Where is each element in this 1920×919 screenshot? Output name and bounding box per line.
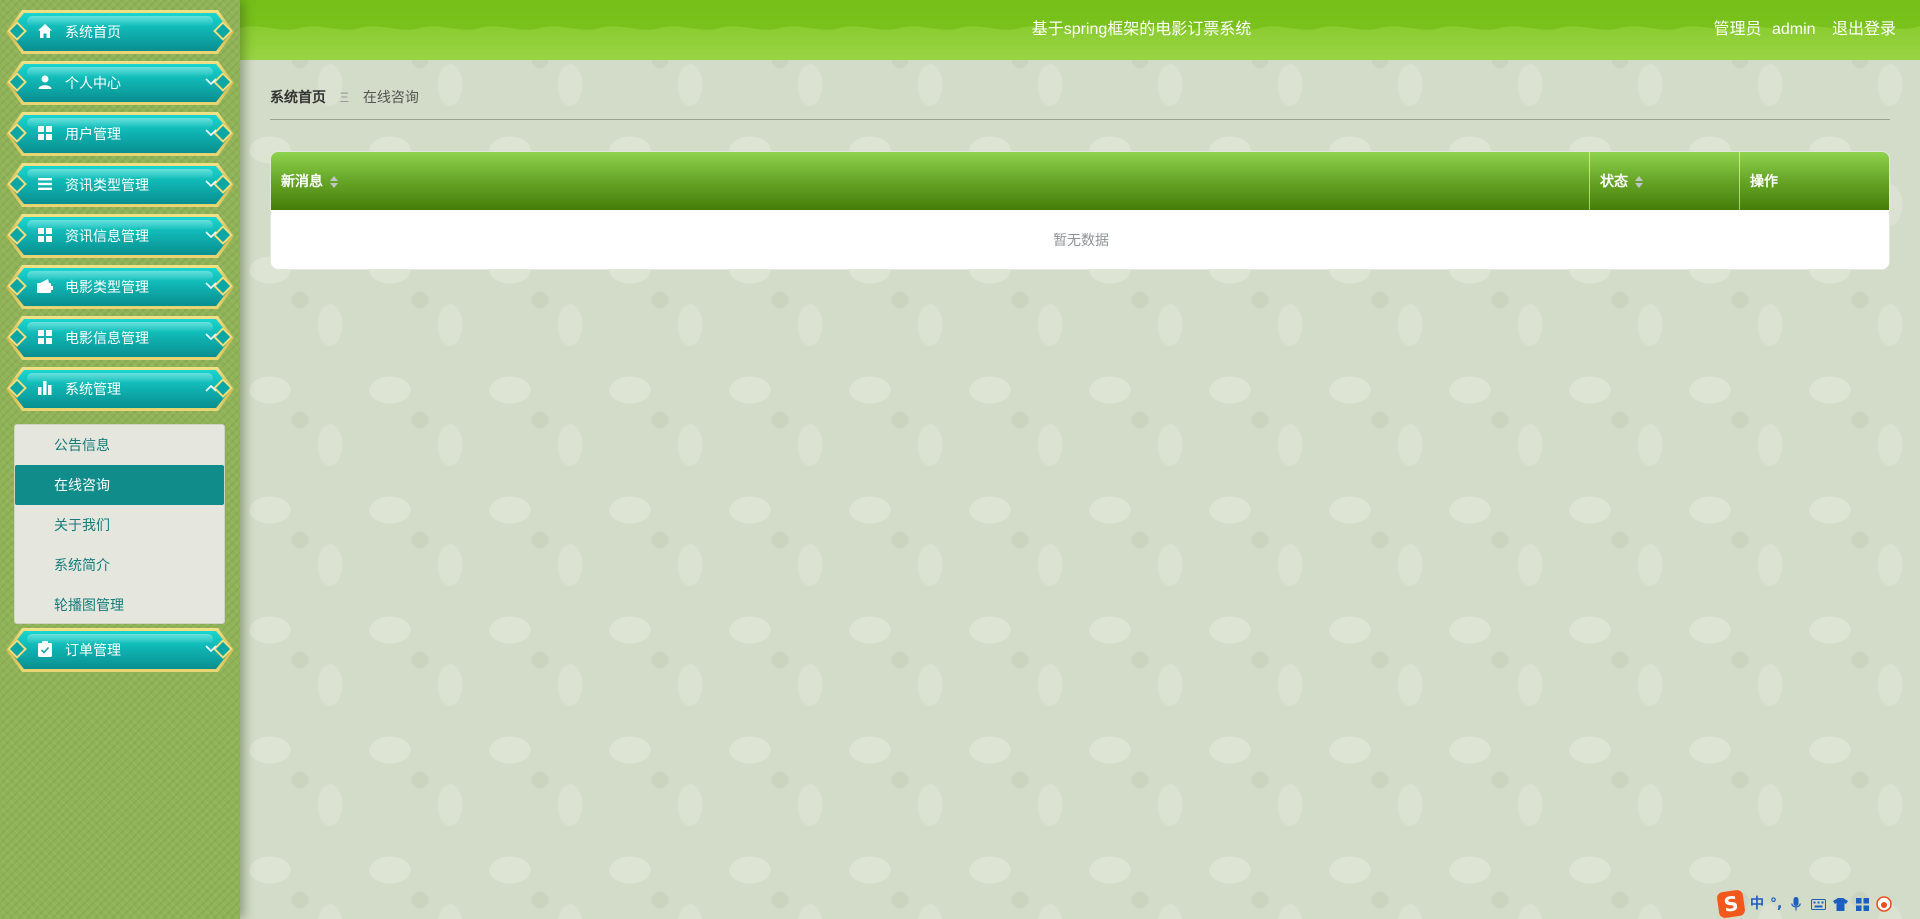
sidebar-item-home[interactable]: 系统首页 (6, 10, 234, 54)
sidebar-item-label: 系统管理 (65, 381, 121, 397)
chevron-down-icon (204, 228, 218, 242)
ime-mascot-icon[interactable] (1876, 896, 1893, 912)
column-header-actions: 操作 (1740, 152, 1889, 210)
sidebar-item-system[interactable]: 系统管理 (6, 367, 234, 411)
breadcrumb: 系统首页 Ξ 在线咨询 (270, 86, 419, 108)
column-header-label: 操作 (1750, 173, 1778, 189)
app-title: 基于spring框架的电影订票系统 (1031, 21, 1252, 38)
chevron-down-icon (204, 75, 218, 89)
chevron-down-icon (204, 642, 218, 656)
submenu-item-system-intro[interactable]: 系统简介 (15, 545, 224, 585)
chevron-up-icon (204, 381, 218, 395)
header-user-area: 管理员 admin 退出登录 (1707, 18, 1896, 42)
sidebar-item-label: 资讯类型管理 (65, 177, 149, 193)
grid-icon (36, 328, 54, 346)
chevron-down-icon (204, 330, 218, 344)
sidebar-item-label: 资讯信息管理 (65, 228, 149, 244)
sogou-logo-icon[interactable]: S (1716, 889, 1746, 919)
top-header: 基于spring框架的电影订票系统 管理员 admin 退出登录 (240, 0, 1920, 60)
breadcrumb-separator: Ξ (339, 89, 349, 105)
submenu-item-online-consult[interactable]: 在线咨询 (15, 465, 224, 505)
microphone-icon[interactable] (1788, 896, 1804, 912)
table-header: 新消息 状态 操作 (271, 152, 1889, 210)
submenu-item-about-us[interactable]: 关于我们 (15, 505, 224, 545)
chevron-down-icon (204, 126, 218, 140)
submenu-item-carousel[interactable]: 轮播图管理 (15, 585, 224, 625)
toolbox-grid-icon[interactable] (1854, 896, 1870, 912)
chevron-down-icon (204, 177, 218, 191)
column-header-label: 新消息 (281, 173, 323, 189)
submenu-item-announcements[interactable]: 公告信息 (15, 425, 224, 465)
ime-lang-toggle[interactable]: 中 (1750, 894, 1764, 914)
home-icon (36, 22, 54, 40)
wallet-icon (36, 277, 54, 295)
user-icon (36, 73, 54, 91)
sort-icon[interactable] (329, 175, 339, 189)
ime-punct-toggle[interactable]: °, (1770, 894, 1782, 914)
column-header-new-message[interactable]: 新消息 (271, 152, 1590, 210)
sidebar-item-label: 电影类型管理 (65, 279, 149, 295)
bar-chart-icon (36, 379, 54, 397)
message-table: 新消息 状态 操作 暂无数据 (270, 151, 1890, 270)
breadcrumb-home-link[interactable]: 系统首页 (270, 89, 326, 105)
column-header-label: 状态 (1600, 173, 1628, 189)
clipboard-icon (36, 640, 54, 658)
sidebar-item-news-types[interactable]: 资讯类型管理 (6, 163, 234, 207)
system-submenu: 公告信息 在线咨询 关于我们 系统简介 轮播图管理 (14, 424, 225, 624)
column-header-status[interactable]: 状态 (1590, 152, 1740, 210)
list-icon (36, 175, 54, 193)
sidebar-item-label: 用户管理 (65, 126, 121, 142)
username: admin (1771, 21, 1816, 38)
breadcrumb-divider (270, 119, 1890, 120)
ime-toolbar: S 中 °, (1714, 889, 1920, 919)
sidebar-item-label: 系统首页 (65, 24, 121, 40)
sort-icon[interactable] (1634, 175, 1644, 189)
sidebar-item-users[interactable]: 用户管理 (6, 112, 234, 156)
grid-icon (36, 124, 54, 142)
sidebar-item-news-info[interactable]: 资讯信息管理 (6, 214, 234, 258)
keyboard-icon[interactable] (1810, 896, 1826, 912)
table-empty-text: 暂无数据 (1053, 232, 1109, 248)
user-role: 管理员 (1713, 21, 1762, 38)
sidebar-item-orders[interactable]: 订单管理 (6, 628, 234, 672)
grid-icon (36, 226, 54, 244)
sidebar-item-label: 订单管理 (65, 642, 121, 658)
sidebar-item-profile[interactable]: 个人中心 (6, 61, 234, 105)
sidebar-item-label: 个人中心 (65, 75, 121, 91)
breadcrumb-current: 在线咨询 (362, 89, 419, 105)
sidebar-item-movie-types[interactable]: 电影类型管理 (6, 265, 234, 309)
chevron-down-icon (204, 279, 218, 293)
skin-shirt-icon[interactable] (1832, 896, 1848, 912)
sidebar: 系统首页 个人中心 用户管理 资讯类型管理 资讯信息管理 电影类型管理 电影信息… (0, 0, 240, 919)
logout-button[interactable]: 退出登录 (1832, 21, 1896, 38)
sidebar-item-movie-info[interactable]: 电影信息管理 (6, 316, 234, 360)
sidebar-item-label: 电影信息管理 (65, 330, 149, 346)
